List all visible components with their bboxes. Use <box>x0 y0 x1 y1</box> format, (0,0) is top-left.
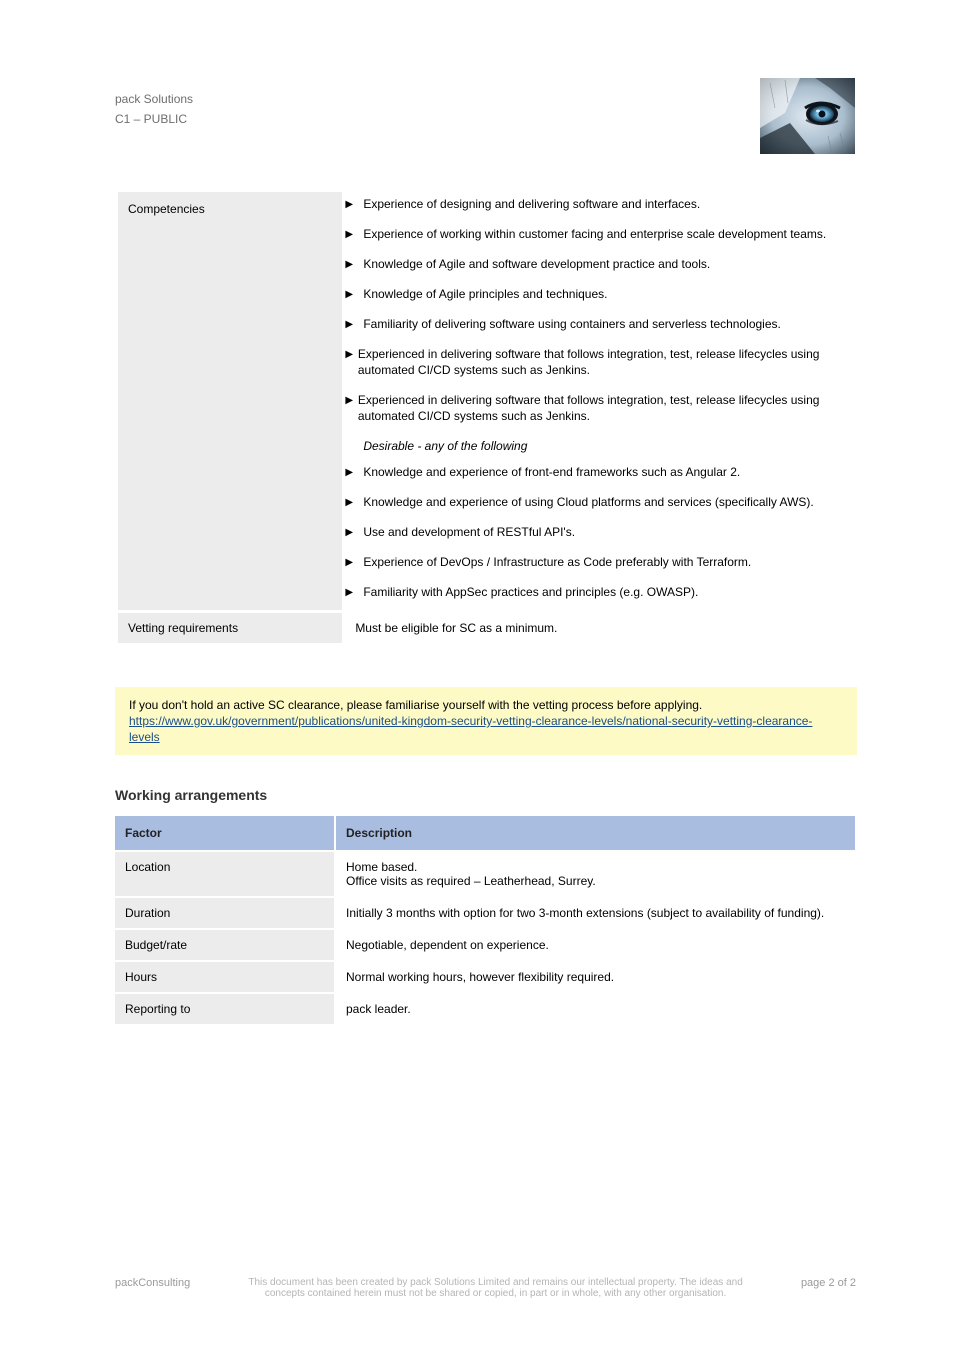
bullet-text: Use and development of RESTful API's. <box>363 524 575 540</box>
list-item: ▶Familiarity of delivering software usin… <box>345 316 844 332</box>
arrow-right-icon: ▶ <box>345 318 363 332</box>
list-item: ▶Experience of designing and delivering … <box>345 196 844 212</box>
col-header-factor: Factor <box>115 816 335 851</box>
vetting-label-cell: Vetting requirements <box>118 613 343 644</box>
description-cell: Home based.Office visits as required – L… <box>335 851 856 897</box>
competencies-label: Competencies <box>128 202 205 216</box>
table-row: Hours Normal working hours, however flex… <box>115 961 856 993</box>
info-callout: If you don't hold an active SC clearance… <box>115 687 857 755</box>
vetting-link[interactable]: https://www.gov.uk/government/publicatio… <box>129 714 812 744</box>
arrow-right-icon: ▶ <box>345 526 363 540</box>
list-item: ▶Knowledge of Agile and software develop… <box>345 256 844 272</box>
arrow-right-icon: ▶ <box>345 586 363 600</box>
factor-cell: Duration <box>115 897 335 929</box>
description-cell: Normal working hours, however flexibilit… <box>335 961 856 993</box>
desirable-heading: Desirable - any of the following <box>363 438 844 454</box>
info-callout-text: If you don't hold an active SC clearance… <box>129 698 702 712</box>
table-row: Duration Initially 3 months with option … <box>115 897 856 929</box>
arrow-right-icon: ▶ <box>345 556 363 570</box>
arrow-right-icon: ▶ <box>345 198 363 212</box>
footer-page-number: page 2 of 2 <box>801 1277 856 1299</box>
table-row: Reporting to pack leader. <box>115 993 856 1025</box>
footer-brand: packConsulting <box>115 1277 190 1299</box>
list-item: ▶Familiarity with AppSec practices and p… <box>345 584 844 600</box>
bullet-text: Knowledge of Agile principles and techni… <box>363 286 607 302</box>
bullet-text: Experienced in delivering software that … <box>358 392 844 424</box>
arrow-right-icon: ▶ <box>345 348 358 362</box>
list-item: ▶Knowledge and experience of using Cloud… <box>345 494 844 510</box>
arrow-right-icon: ▶ <box>345 288 363 302</box>
page-footer: packConsulting This document has been cr… <box>115 1277 856 1299</box>
list-item: ▶Experience of working within customer f… <box>345 226 844 242</box>
vetting-label: Vetting requirements <box>128 621 238 635</box>
section-heading-working-arrangements: Working arrangements <box>115 787 267 803</box>
bullet-text: Familiarity with AppSec practices and pr… <box>363 584 698 600</box>
factor-cell: Reporting to <box>115 993 335 1025</box>
list-item: ▶Knowledge of Agile principles and techn… <box>345 286 844 302</box>
header-brand: pack Solutions <box>115 92 193 106</box>
bullet-text: Knowledge and experience of front-end fr… <box>363 464 740 480</box>
bullet-text: Familiarity of delivering software using… <box>363 316 781 332</box>
arrow-right-icon: ▶ <box>345 496 363 510</box>
competencies-table: Competencies ▶Experience of designing an… <box>115 189 857 646</box>
header-classification: C1 – PUBLIC <box>115 112 187 126</box>
arrow-right-icon: ▶ <box>345 258 363 272</box>
list-item: ▶Experienced in delivering software that… <box>345 346 844 378</box>
list-item: ▶Experience of DevOps / Infrastructure a… <box>345 554 844 570</box>
wolf-eye-image <box>760 78 855 154</box>
factor-cell: Hours <box>115 961 335 993</box>
bullet-text: Knowledge of Agile and software developm… <box>363 256 710 272</box>
table-row: Budget/rate Negotiable, dependent on exp… <box>115 929 856 961</box>
vetting-text: Must be eligible for SC as a minimum. <box>355 621 557 635</box>
description-cell: pack leader. <box>335 993 856 1025</box>
vetting-value-cell: Must be eligible for SC as a minimum. <box>345 613 855 644</box>
description-cell: Negotiable, dependent on experience. <box>335 929 856 961</box>
bullet-text: Knowledge and experience of using Cloud … <box>363 494 813 510</box>
bullet-text: Experience of designing and delivering s… <box>363 196 700 212</box>
working-arrangements-table: Factor Description Location Home based.O… <box>115 816 857 1026</box>
list-item: ▶Experienced in delivering software that… <box>345 392 844 424</box>
competencies-label-cell: Competencies <box>118 192 343 611</box>
bullet-text: Experience of DevOps / Infrastructure as… <box>363 554 751 570</box>
list-item: ▶Use and development of RESTful API's. <box>345 524 844 540</box>
competencies-value-cell: ▶Experience of designing and delivering … <box>345 192 855 611</box>
factor-cell: Location <box>115 851 335 897</box>
table-row: Location Home based.Office visits as req… <box>115 851 856 897</box>
factor-cell: Budget/rate <box>115 929 335 961</box>
col-header-description: Description <box>335 816 856 851</box>
bullet-text: Experience of working within customer fa… <box>363 226 826 242</box>
arrow-right-icon: ▶ <box>345 466 363 480</box>
list-item: ▶Knowledge and experience of front-end f… <box>345 464 844 480</box>
bullet-text: Experienced in delivering software that … <box>358 346 844 378</box>
footer-disclaimer: This document has been created by pack S… <box>190 1277 801 1299</box>
arrow-right-icon: ▶ <box>345 228 363 242</box>
arrow-right-icon: ▶ <box>345 394 358 408</box>
description-cell: Initially 3 months with option for two 3… <box>335 897 856 929</box>
